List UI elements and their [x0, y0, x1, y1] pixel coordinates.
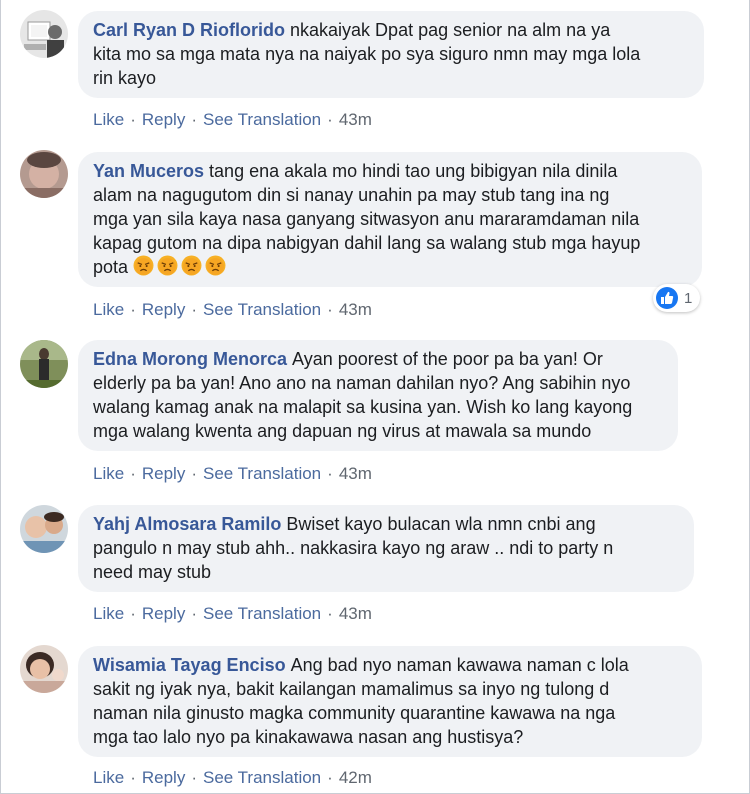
- separator: ·: [191, 110, 197, 129]
- angry-face-icon: [205, 255, 226, 276]
- angry-face-icon: [157, 255, 178, 276]
- reply-link[interactable]: Reply: [142, 300, 185, 319]
- separator: ·: [327, 300, 333, 319]
- separator: ·: [191, 464, 197, 483]
- like-link[interactable]: Like: [93, 604, 124, 623]
- reply-link[interactable]: Reply: [142, 604, 185, 623]
- like-reaction-icon: [656, 287, 678, 309]
- timestamp[interactable]: 43m: [339, 464, 372, 483]
- separator: ·: [130, 604, 136, 623]
- separator: ·: [327, 604, 333, 623]
- separator: ·: [130, 110, 136, 129]
- like-link[interactable]: Like: [93, 768, 124, 787]
- avatar[interactable]: [20, 645, 68, 693]
- angry-face-icon: [181, 255, 202, 276]
- angry-face-icon: [133, 255, 154, 276]
- separator: ·: [130, 768, 136, 787]
- like-link[interactable]: Like: [93, 464, 124, 483]
- avatar[interactable]: [20, 150, 68, 198]
- comment-author[interactable]: Yahj Almosara Ramilo: [93, 514, 281, 534]
- see-translation-link[interactable]: See Translation: [203, 604, 321, 623]
- timestamp[interactable]: 42m: [339, 768, 372, 787]
- comment-bubble: Carl Ryan D Rioflorido nkakaiyak Dpat pag…: [78, 11, 704, 98]
- separator: ·: [327, 464, 333, 483]
- avatar[interactable]: [20, 10, 68, 58]
- see-translation-link[interactable]: See Translation: [203, 464, 321, 483]
- avatar[interactable]: [20, 505, 68, 553]
- emoji-group: [133, 255, 229, 277]
- comment-bubble: Yan Muceros tang ena akala mo hindi tao u…: [78, 152, 702, 287]
- separator: ·: [327, 110, 333, 129]
- comments-panel: Carl Ryan D Rioflorido nkakaiyak Dpat pag…: [0, 0, 750, 794]
- see-translation-link[interactable]: See Translation: [203, 110, 321, 129]
- separator: ·: [327, 768, 333, 787]
- like-link[interactable]: Like: [93, 300, 124, 319]
- comment-author[interactable]: Edna Morong Menorca: [93, 349, 287, 369]
- separator: ·: [130, 464, 136, 483]
- reaction-count: 1: [684, 289, 693, 307]
- comment-author[interactable]: Yan Muceros: [93, 161, 204, 181]
- see-translation-link[interactable]: See Translation: [203, 300, 321, 319]
- separator: ·: [191, 604, 197, 623]
- comment-author[interactable]: Carl Ryan D Rioflorido: [93, 20, 285, 40]
- separator: ·: [191, 768, 197, 787]
- see-translation-link[interactable]: See Translation: [203, 768, 321, 787]
- reaction-count-badge[interactable]: 1: [653, 284, 701, 312]
- separator: ·: [191, 300, 197, 319]
- timestamp[interactable]: 43m: [339, 110, 372, 129]
- timestamp[interactable]: 43m: [339, 604, 372, 623]
- comment-bubble: Yahj Almosara Ramilo Bwiset kayo bulacan …: [78, 505, 694, 592]
- comment-actions: Like · Reply · See Translation · 43m: [93, 300, 372, 320]
- avatar[interactable]: [20, 340, 68, 388]
- comment-actions: Like · Reply · See Translation · 43m: [93, 110, 372, 130]
- comment-bubble: Edna Morong Menorca Ayan poorest of the p…: [78, 340, 678, 451]
- reply-link[interactable]: Reply: [142, 464, 185, 483]
- comment-actions: Like · Reply · See Translation · 43m: [93, 464, 372, 484]
- reply-link[interactable]: Reply: [142, 110, 185, 129]
- timestamp[interactable]: 43m: [339, 300, 372, 319]
- comment-actions: Like · Reply · See Translation · 42m: [93, 768, 372, 788]
- like-link[interactable]: Like: [93, 110, 124, 129]
- comment-author[interactable]: Wisamia Tayag Enciso: [93, 655, 286, 675]
- reply-link[interactable]: Reply: [142, 768, 185, 787]
- comment-bubble: Wisamia Tayag Enciso Ang bad nyo naman ka…: [78, 646, 702, 757]
- comment-actions: Like · Reply · See Translation · 43m: [93, 604, 372, 624]
- separator: ·: [130, 300, 136, 319]
